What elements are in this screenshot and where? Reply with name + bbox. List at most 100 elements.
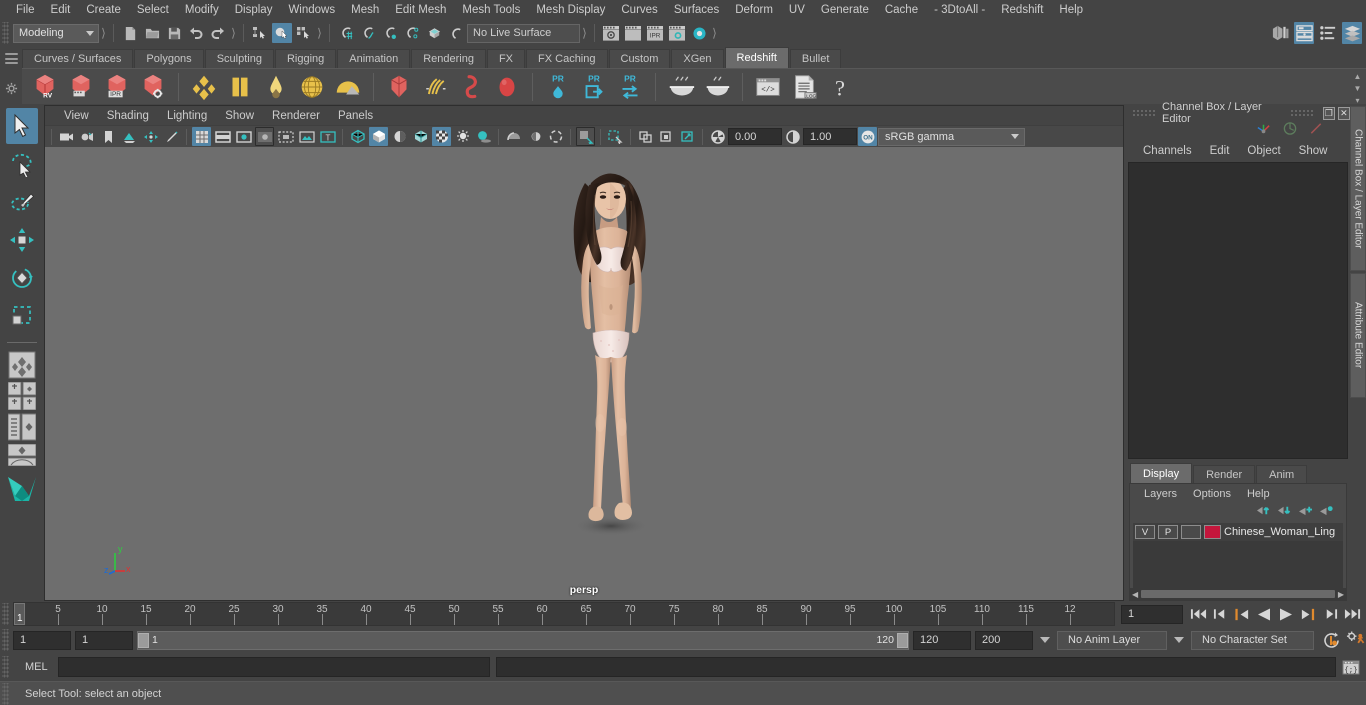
menu-mesh-tools[interactable]: Mesh Tools [454,0,528,20]
shelf-options-gear-icon[interactable] [5,82,18,100]
xray-active-components-icon[interactable] [657,127,676,146]
safe-action-icon[interactable] [297,127,316,146]
redshift-pr-switch-icon[interactable]: PR [613,70,647,104]
vertical-tab-channel-box[interactable]: Channel Box / Layer Editor [1350,106,1366,271]
live-surface-field[interactable]: No Live Surface [467,23,580,43]
menu-mesh[interactable]: Mesh [343,0,387,20]
menu-select[interactable]: Select [129,0,177,20]
layer-row[interactable]: V P Chinese_Woman_Ling [1133,523,1343,541]
menu-help[interactable]: Help [1051,0,1091,20]
menu-surfaces[interactable]: Surfaces [666,0,727,20]
viewport-menu-renderer[interactable]: Renderer [263,110,329,122]
shelf-tab-xgen[interactable]: XGen [671,49,724,68]
gate-mask-icon[interactable] [255,127,274,146]
snap-group-arrow[interactable]: ⟩ [580,23,589,43]
image-plane-icon[interactable] [120,127,139,146]
wireframe-icon[interactable] [348,127,367,146]
menu-deform[interactable]: Deform [727,0,781,20]
play-forwards-icon[interactable] [1276,604,1296,624]
character-model-render[interactable] [533,155,693,555]
redshift-material-icon[interactable] [187,70,221,104]
file-group-arrow[interactable]: ⟩ [229,23,238,43]
persp-graph-layout[interactable] [6,444,38,466]
animation-preferences-icon[interactable] [1346,630,1366,650]
step-back-frame-icon[interactable] [1232,604,1252,624]
menu-curves[interactable]: Curves [613,0,665,20]
redshift-help-icon[interactable]: ? [823,70,857,104]
isolate-select-icon[interactable] [576,127,595,146]
close-icon[interactable]: ✕ [1337,106,1351,120]
shade-flat-icon[interactable] [390,127,409,146]
tab-render[interactable]: Render [1193,465,1256,483]
character-set-dropdown-icon[interactable] [1174,637,1184,643]
redshift-bake-icon[interactable] [664,70,698,104]
menu-generate[interactable]: Generate [813,0,877,20]
toolbar-collapse-arrow[interactable]: ⟩ [99,23,108,43]
menu-mesh-display[interactable]: Mesh Display [528,0,613,20]
outliner-persp-layout[interactable] [6,413,38,441]
smooth-shade-all-icon[interactable] [369,127,388,146]
redshift-pr-light-icon[interactable]: PR [541,70,575,104]
bookmark-icon[interactable] [99,127,118,146]
redshift-shader-code-icon[interactable]: </> [751,70,785,104]
select-by-hierarchy-icon[interactable] [250,23,270,43]
step-forward-frame-icon[interactable] [1298,604,1318,624]
shelf-menu-icon[interactable] [4,53,18,64]
screen-space-ao-icon[interactable] [504,127,523,146]
select-camera-icon[interactable] [57,127,76,146]
shadows-icon[interactable] [474,127,493,146]
attribute-editor-icon[interactable] [1294,22,1314,44]
shelf-tab-rigging[interactable]: Rigging [274,49,337,68]
redo-icon[interactable] [208,23,228,43]
menu-edit-mesh[interactable]: Edit Mesh [387,0,454,20]
two-d-pan-zoom-icon[interactable] [141,127,160,146]
tool-settings-icon[interactable] [1318,22,1338,44]
shelf-tab-curves-surfaces[interactable]: Curves / Surfaces [22,49,134,68]
shelf-tab-animation[interactable]: Animation [337,49,411,68]
menu-3dtoall[interactable]: - 3DtoAll - [926,0,993,20]
range-start-field[interactable]: 1 [75,630,133,650]
shelf-tab-polygons[interactable]: Polygons [134,49,204,68]
layer-menu-options[interactable]: Options [1185,488,1239,500]
shelf-scroll-arrows[interactable]: ▲ ▼ ▾ [1351,71,1364,106]
layer-horizontal-scrollbar[interactable]: ◀ ▶ [1130,588,1346,600]
go-to-start-icon[interactable] [1188,604,1208,624]
motion-blur-icon[interactable] [525,127,544,146]
channel-menu-show[interactable]: Show [1290,145,1337,157]
menu-redshift[interactable]: Redshift [993,0,1051,20]
snap-to-curve-icon[interactable] [358,23,378,43]
scroll-thumb[interactable] [1141,590,1335,598]
channel-box-icon[interactable] [1342,22,1362,44]
move-layer-up-icon[interactable] [1256,504,1271,522]
play-backwards-icon[interactable] [1254,604,1274,624]
redshift-settings-icon[interactable] [136,70,170,104]
redshift-render-icon[interactable] [64,70,98,104]
panel-grip[interactable] [1132,109,1157,117]
redshift-hair-icon[interactable] [418,70,452,104]
viewport-menu-shading[interactable]: Shading [98,110,158,122]
move-tool[interactable] [6,222,38,258]
anim-layer-field[interactable]: No Anim Layer [1057,630,1167,650]
redshift-pr-export-icon[interactable]: PR [577,70,611,104]
four-view-layout[interactable] [6,382,38,410]
wireframe-on-shaded-icon[interactable] [411,127,430,146]
viewport-menu-lighting[interactable]: Lighting [158,110,216,122]
range-start-handle[interactable] [138,632,149,648]
gamma-field[interactable]: 1.00 [803,128,857,145]
new-scene-icon[interactable] [120,23,140,43]
redshift-bake-set-icon[interactable] [700,70,734,104]
render-sequence-icon[interactable] [623,23,643,43]
color-management-selector[interactable]: sRGB gamma [878,127,1025,146]
scroll-right-icon[interactable]: ▶ [1338,590,1344,599]
current-time-indicator[interactable]: 1 [14,603,25,625]
panel-grip-right[interactable] [1289,109,1314,117]
menu-edit[interactable]: Edit [43,0,79,20]
viewport-menu-show[interactable]: Show [216,110,263,122]
selection-group-arrow[interactable]: ⟩ [315,23,324,43]
modeling-toolkit-icon[interactable] [1270,22,1290,44]
menu-uv[interactable]: UV [781,0,813,20]
layer-shading-toggle[interactable] [1181,525,1201,539]
step-back-keyframe-icon[interactable] [1210,604,1230,624]
menu-set-selector[interactable]: Modeling [13,23,99,43]
time-slider[interactable]: 1 5 10 15 20 25 30 35 40 45 50 55 60 65 70 75 80 85 90 95 1… [13,602,1115,626]
